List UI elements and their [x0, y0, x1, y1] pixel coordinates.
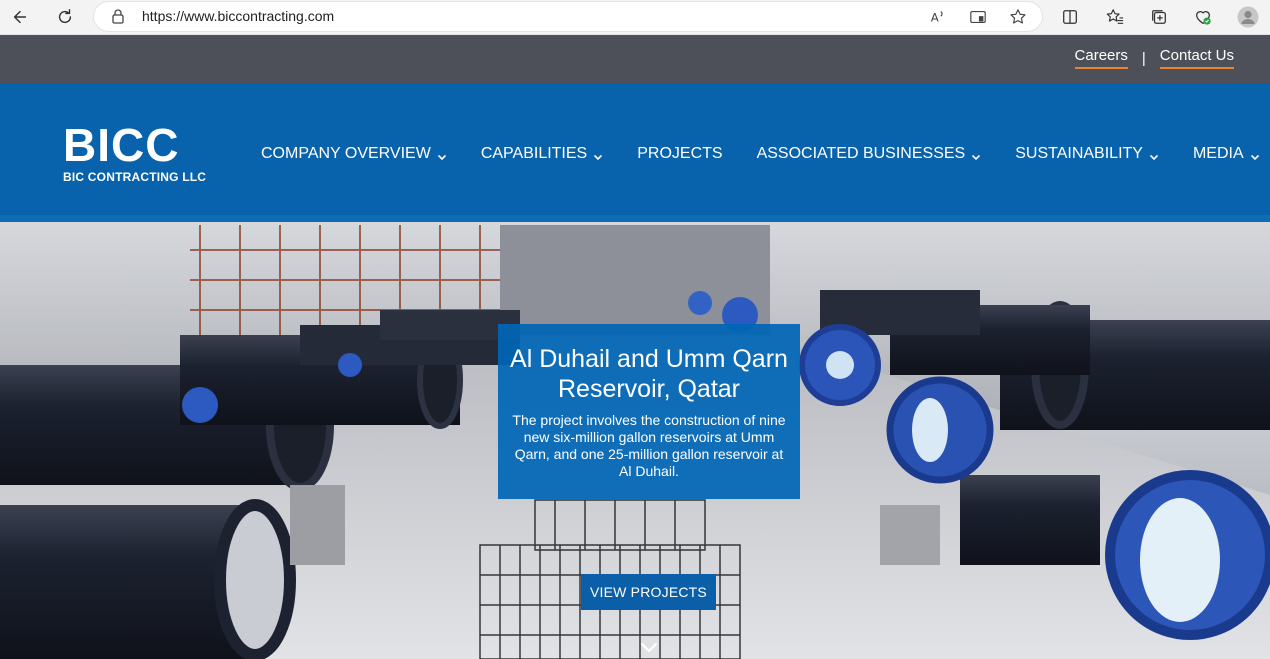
- nav-item-label: CAPABILITIES: [480, 145, 588, 162]
- address-bar[interactable]: https://www.biccontracting.com A: [94, 2, 1042, 31]
- utility-links: Careers | Contact Us: [1074, 47, 1234, 69]
- url-text[interactable]: https://www.biccontracting.com: [142, 8, 334, 24]
- bicc-logo[interactable]: BICC BIC CONTRACTING LLC: [63, 119, 207, 184]
- collections-icon[interactable]: [1145, 4, 1173, 30]
- careers-link[interactable]: Careers: [1074, 47, 1128, 69]
- feature-description: The project involves the construction of…: [512, 412, 786, 479]
- chevron-down-icon: [1149, 149, 1159, 161]
- back-icon[interactable]: [6, 4, 34, 30]
- nav-item-label: MEDIA: [1192, 145, 1244, 162]
- logo-subtitle: BIC CONTRACTING LLC: [63, 170, 207, 184]
- main-nav: COMPANY OVERVIEW CAPABILITIES PROJECTS A…: [261, 145, 1260, 163]
- nav-item-projects[interactable]: PROJECTS: [637, 145, 722, 163]
- favorite-star-icon[interactable]: [1008, 7, 1028, 27]
- nav-item-sustainability[interactable]: SUSTAINABILITY: [1015, 145, 1159, 163]
- contact-us-link[interactable]: Contact Us: [1159, 47, 1234, 69]
- split-screen-icon[interactable]: [1056, 4, 1084, 30]
- nav-item-label: ASSOCIATED BUSINESSES: [756, 145, 966, 162]
- favorites-icon[interactable]: [1101, 4, 1129, 30]
- main-header: BICC BIC CONTRACTING LLC COMPANY OVERVIE…: [0, 84, 1270, 222]
- chevron-down-icon: [971, 149, 981, 161]
- nav-item-capabilities[interactable]: CAPABILITIES: [481, 145, 603, 163]
- nav-item-label: PROJECTS: [637, 145, 723, 162]
- nav-item-associated-businesses[interactable]: ASSOCIATED BUSINESSES: [757, 145, 982, 163]
- profile-icon[interactable]: [1234, 4, 1262, 30]
- refresh-icon[interactable]: [51, 4, 79, 30]
- browser-essentials-icon[interactable]: [1189, 4, 1217, 30]
- nav-item-label: COMPANY OVERVIEW: [261, 145, 431, 162]
- chevron-down-icon: [437, 149, 447, 161]
- nav-item-label: SUSTAINABILITY: [1015, 145, 1143, 162]
- browser-toolbar: https://www.biccontracting.com A: [0, 0, 1270, 35]
- hero-section: Careers | Contact Us BICC BIC CONTRACTIN…: [0, 35, 1270, 659]
- feature-card: Al Duhail and Umm Qarn Reservoir, Qatar …: [498, 324, 800, 499]
- nav-item-company-overview[interactable]: COMPANY OVERVIEW: [261, 145, 447, 163]
- lock-icon[interactable]: [110, 8, 126, 24]
- logo-wordmark: BICC: [63, 119, 180, 171]
- chevron-down-icon: [593, 149, 603, 161]
- app-available-icon[interactable]: [968, 7, 988, 27]
- read-aloud-icon[interactable]: A: [928, 7, 948, 27]
- nav-item-media[interactable]: MEDIA: [1193, 145, 1260, 163]
- feature-title: Al Duhail and Umm Qarn Reservoir, Qatar: [510, 345, 788, 403]
- scroll-down-chevron-icon[interactable]: [639, 641, 659, 655]
- view-projects-button[interactable]: VIEW PROJECTS: [581, 574, 716, 610]
- utility-separator: |: [1141, 49, 1146, 67]
- chevron-down-icon: [1250, 149, 1260, 161]
- svg-text:A: A: [931, 11, 939, 25]
